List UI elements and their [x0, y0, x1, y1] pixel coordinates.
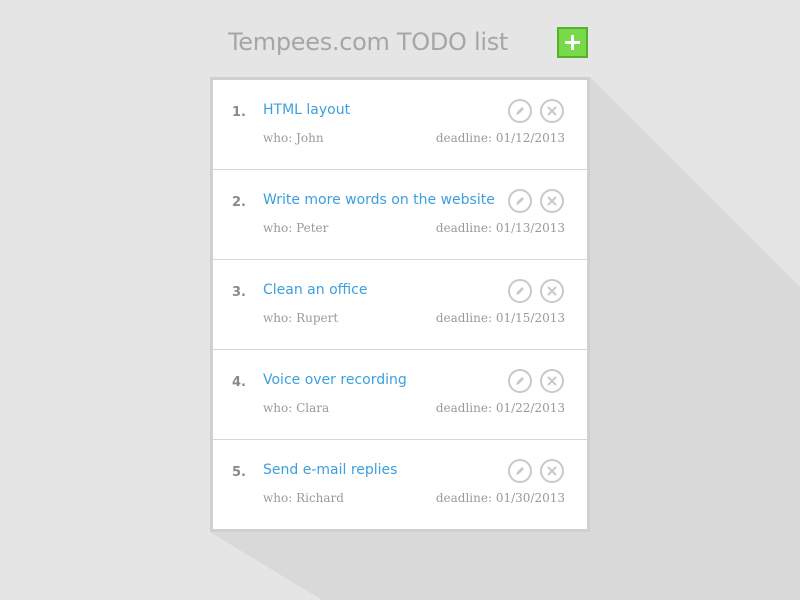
todo-deadline: deadline: 01/15/2013: [435, 311, 565, 325]
page-title: Tempees.com TODO list: [228, 28, 509, 56]
todo-number: 1.: [232, 105, 246, 120]
edit-button[interactable]: [508, 279, 532, 303]
edit-button[interactable]: [508, 369, 532, 393]
todo-assignee: who: Peter: [263, 221, 329, 235]
todo-item: 3. Clean an office who: Rupert deadline:…: [213, 260, 587, 350]
todo-assignee: who: John: [263, 131, 324, 145]
edit-button[interactable]: [508, 99, 532, 123]
todo-list: 1. HTML layout who: John deadline: 01/12…: [210, 77, 590, 532]
close-icon: [547, 106, 557, 116]
header: Tempees.com TODO list: [228, 26, 508, 60]
todo-assignee: who: Clara: [263, 401, 330, 415]
pencil-icon: [516, 377, 524, 385]
edit-button[interactable]: [508, 189, 532, 213]
todo-task-link[interactable]: HTML layout: [263, 102, 350, 118]
plus-icon: [565, 35, 580, 50]
edit-button[interactable]: [508, 459, 532, 483]
todo-deadline: deadline: 01/30/2013: [435, 491, 565, 505]
add-todo-button[interactable]: [557, 27, 588, 58]
pencil-icon: [516, 197, 524, 205]
close-icon: [547, 196, 557, 206]
todo-task-link[interactable]: Write more words on the website: [263, 192, 495, 208]
delete-button[interactable]: [540, 459, 564, 483]
pencil-icon: [516, 467, 524, 475]
todo-assignee: who: Rupert: [263, 311, 339, 325]
close-icon: [547, 286, 557, 296]
todo-number: 4.: [232, 375, 246, 390]
pencil-icon: [516, 287, 524, 295]
todo-task-link[interactable]: Send e-mail replies: [263, 462, 397, 478]
todo-task-link[interactable]: Voice over recording: [263, 372, 407, 388]
todo-item: 1. HTML layout who: John deadline: 01/12…: [213, 80, 587, 170]
todo-item: 2. Write more words on the website who: …: [213, 170, 587, 260]
todo-number: 2.: [232, 195, 246, 210]
todo-item: 4. Voice over recording who: Clara deadl…: [213, 350, 587, 440]
todo-number: 5.: [232, 465, 246, 480]
delete-button[interactable]: [540, 279, 564, 303]
delete-button[interactable]: [540, 189, 564, 213]
close-icon: [547, 376, 557, 386]
delete-button[interactable]: [540, 369, 564, 393]
todo-item: 5. Send e-mail replies who: Richard dead…: [213, 440, 587, 530]
todo-assignee: who: Richard: [263, 491, 344, 505]
todo-task-link[interactable]: Clean an office: [263, 282, 368, 298]
todo-deadline: deadline: 01/12/2013: [435, 131, 565, 145]
todo-number: 3.: [232, 285, 246, 300]
delete-button[interactable]: [540, 99, 564, 123]
todo-deadline: deadline: 01/13/2013: [435, 221, 565, 235]
close-icon: [547, 466, 557, 476]
pencil-icon: [516, 107, 524, 115]
todo-deadline: deadline: 01/22/2013: [435, 401, 565, 415]
